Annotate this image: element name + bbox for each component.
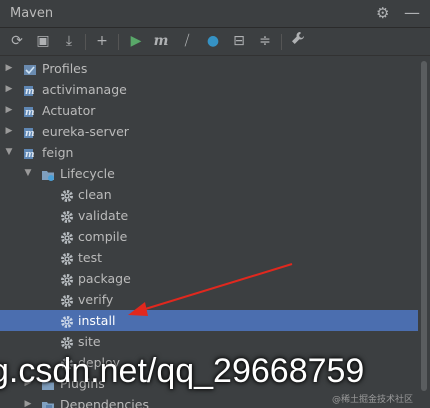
watermark-text: g.csdn.net/qq_29668759 — [0, 352, 365, 390]
corner-watermark: @稀土掘金技术社区 — [332, 395, 414, 405]
annotation-arrow — [128, 263, 293, 316]
